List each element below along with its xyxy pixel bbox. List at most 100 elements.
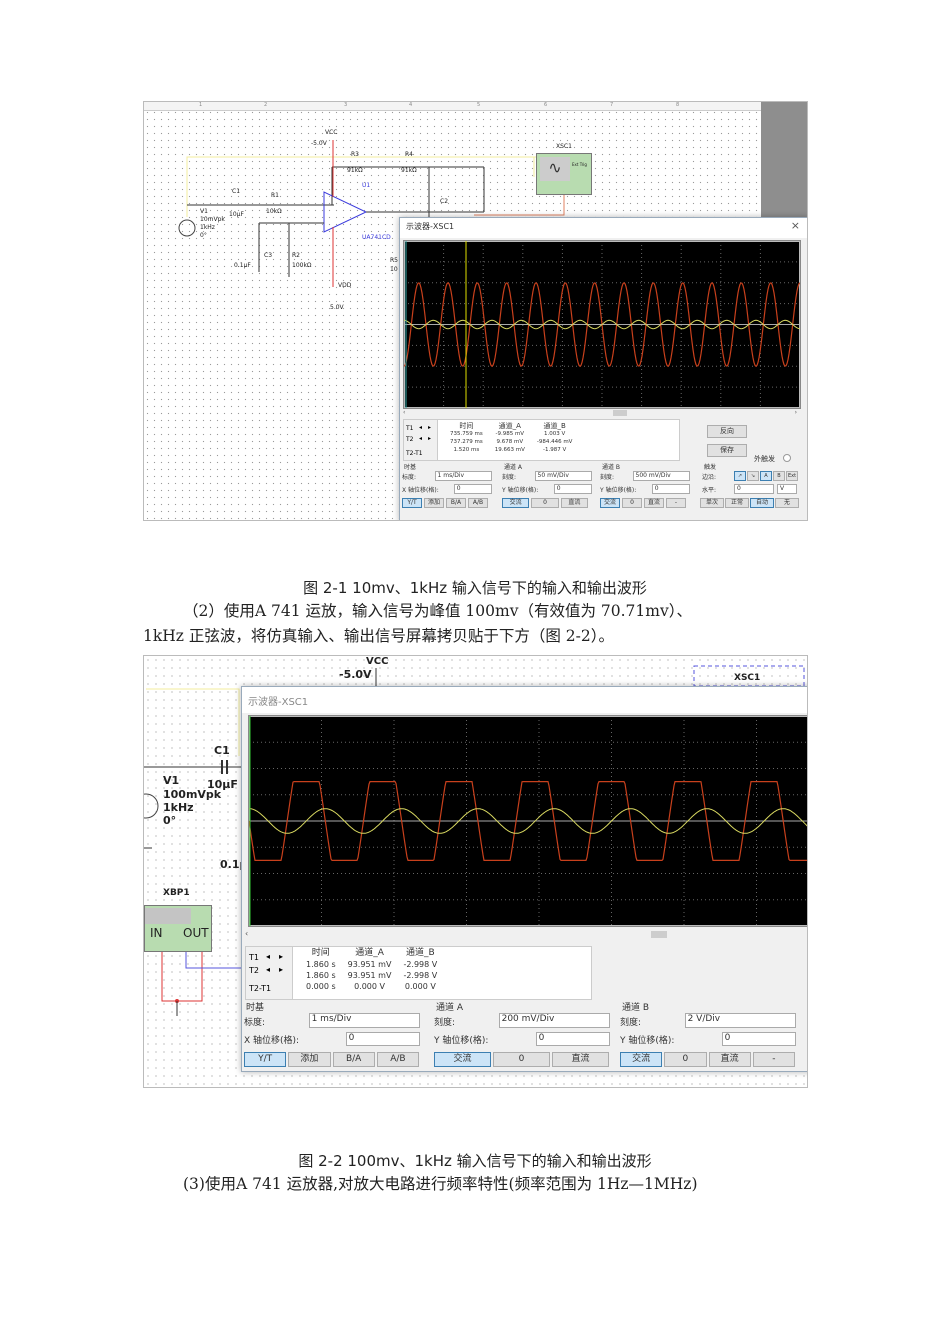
chB-position-input[interactable]: 0: [721, 1031, 796, 1047]
chA-button-1[interactable]: 0: [531, 498, 559, 508]
readout-table: 时间 通道_A 通道_B 1.860 s 93.951 mV -2.998 V 1.86…: [300, 948, 443, 992]
level-unit[interactable]: V: [777, 484, 797, 494]
save-button[interactable]: 保存: [707, 444, 747, 457]
v1-amplitude: 10mVpk: [200, 216, 225, 223]
document-page: 1 2 3 4 5 6 7 8 ∿ Ext Trig XSC1 VCC -5.0…: [0, 0, 950, 1344]
timebase-position-input[interactable]: 0: [453, 484, 493, 494]
vcc-value: -5.0V: [311, 140, 327, 147]
chB-scale-input[interactable]: 2 V/Div: [684, 1013, 796, 1028]
bode-plotter-icon: IN OUT: [144, 905, 212, 952]
ext-trigger-radio[interactable]: [783, 454, 791, 462]
chB-button-2[interactable]: 直流: [708, 1052, 751, 1067]
timebase-button-1[interactable]: 添加: [288, 1052, 331, 1067]
vcc-value: -5.0V: [339, 668, 372, 681]
chB-button-3[interactable]: -: [666, 498, 686, 508]
timebase-button-2[interactable]: B/A: [332, 1052, 375, 1067]
vdd-label: VDD: [338, 282, 352, 289]
t2-cha: 9.678 mV: [496, 439, 524, 445]
edge-button-3[interactable]: B: [773, 471, 785, 481]
v1-frequency: 1kHz: [163, 801, 194, 814]
horizontal-scrollbar[interactable]: ‹ ›: [403, 409, 799, 417]
chA-scale-label: 刻度:: [434, 1017, 456, 1028]
t2-cha: 93.951 mV: [347, 971, 392, 980]
chB-button-2[interactable]: 直流: [644, 498, 664, 508]
xsc-label: XSC1: [556, 143, 572, 150]
t2-right-arrow[interactable]: ▸: [279, 965, 283, 974]
t1-cha: -9.985 mV: [495, 431, 525, 437]
figure1-caption: 图 2-1 10mv、1kHz 输入信号下的输入和输出波形: [303, 579, 647, 597]
timebase-button-1[interactable]: 添加: [424, 498, 444, 508]
trigger-mode-0[interactable]: 单次: [700, 498, 724, 508]
timebase-scale-input[interactable]: 1 ms/Div: [308, 1013, 420, 1028]
chA-button-0[interactable]: 交流: [434, 1052, 491, 1067]
chB-button-0[interactable]: 交流: [600, 498, 620, 508]
figure2-screenshot: VCC -5.0V XSC1 C1 10µF V1 100mVpk 1kHz 0…: [143, 655, 808, 1088]
reverse-button[interactable]: 反向: [707, 425, 747, 438]
xbp-out-label: OUT: [183, 926, 209, 940]
c1-label: C1: [214, 744, 230, 757]
timebase-button-0[interactable]: Y/T: [402, 498, 422, 508]
edge-button-1[interactable]: ↘: [747, 471, 759, 481]
chA-position-input[interactable]: 0: [553, 484, 593, 494]
t2-left-arrow[interactable]: ◂: [419, 435, 422, 442]
r4-label: R4: [405, 151, 413, 158]
t2-right-arrow[interactable]: ▸: [428, 435, 431, 442]
edge-button-0[interactable]: ↗: [734, 471, 746, 481]
chA-button-2[interactable]: 直流: [560, 498, 588, 508]
trigger-mode-3[interactable]: 无: [775, 498, 799, 508]
timebase-position-input[interactable]: 0: [345, 1031, 420, 1047]
chA-position-label: Y 轴位移(格):: [434, 1036, 489, 1047]
chB-button-3[interactable]: -: [752, 1052, 795, 1067]
oscilloscope-window[interactable]: 示波器-XSC1 ‹ T1 T2 T2-T1 ◂ ▸ ◂ ▸ 时间 通道_A 通道_B …: [241, 686, 807, 1072]
t1-time: 1.860 s: [306, 960, 336, 969]
c3-label: C3: [264, 252, 273, 259]
timebase-scale-input[interactable]: 1 ms/Div: [434, 471, 493, 481]
horizontal-scrollbar[interactable]: ‹: [245, 929, 807, 939]
chB-button-0[interactable]: 交流: [620, 1052, 663, 1067]
timebase-position-label: X 轴位移(格):: [244, 1036, 300, 1047]
oscilloscope-window[interactable]: 示波器-XSC1 × ‹ › T1 T2 T2-T1 ◂ ▸ ◂ ▸ 时间 通道_A 通道…: [399, 217, 807, 520]
level-label: 水平:: [702, 487, 717, 494]
r2-label: R2: [292, 252, 300, 259]
t2-t1-label: T2-T1: [406, 450, 423, 457]
t1-right-arrow[interactable]: ▸: [428, 424, 431, 431]
t1-right-arrow[interactable]: ▸: [279, 952, 283, 961]
timebase-button-2[interactable]: B/A: [446, 498, 466, 508]
trigger-mode-2[interactable]: 自动: [750, 498, 774, 508]
paragraph-line: (3)使用A 741 运放器,对放大电路进行频率特性(频率范围为 1Hz—1MH…: [183, 1175, 698, 1193]
timebase-button-0[interactable]: Y/T: [244, 1052, 287, 1067]
dt-cha: 0.000 V: [354, 982, 385, 991]
t2-left-arrow[interactable]: ◂: [266, 965, 270, 974]
chA-button-2[interactable]: 直流: [552, 1052, 609, 1067]
t2-chb: -984.446 mV: [536, 439, 573, 445]
cursor-readout: T1 T2 T2-T1 ◂ ▸ ◂ ▸ 时间 通道_A 通道_B 735.759 ms -…: [403, 419, 680, 461]
chA-scale-input[interactable]: 200 mV/Div: [498, 1013, 610, 1028]
trigger-mode-1[interactable]: 正常: [725, 498, 749, 508]
chB-button-1[interactable]: 0: [664, 1052, 707, 1067]
header-chb: 通道_B: [406, 948, 435, 958]
chB-scale-input[interactable]: 500 mV/Div: [632, 471, 691, 481]
timebase-button-3[interactable]: A/B: [468, 498, 488, 508]
chB-position-input[interactable]: 0: [651, 484, 691, 494]
chA-button-1[interactable]: 0: [493, 1052, 550, 1067]
timebase-button-3[interactable]: A/B: [376, 1052, 419, 1067]
r5-value: 10: [390, 266, 398, 273]
t1-left-arrow[interactable]: ◂: [266, 952, 270, 961]
chA-button-0[interactable]: 交流: [502, 498, 530, 508]
chA-position-input[interactable]: 0: [535, 1031, 610, 1047]
close-icon[interactable]: ×: [791, 219, 800, 232]
c1-label: C1: [232, 188, 241, 195]
t1-label: T1: [406, 425, 414, 432]
cursor-readout: T1 T2 T2-T1 ◂ ▸ ◂ ▸ 时间 通道_A 通道_B 1.860 s 93.9…: [245, 946, 592, 1000]
r1-label: R1: [271, 192, 279, 199]
readout-table: 时间 通道_A 通道_B 735.759 ms -9.985 mV 1.003 V 73…: [444, 422, 578, 454]
chA-scale-input[interactable]: 50 mV/Div: [534, 471, 593, 481]
edge-button-2[interactable]: A: [760, 471, 772, 481]
chA-position-label: Y 轴位移(格):: [502, 487, 539, 494]
edge-button-4[interactable]: Ext: [786, 471, 798, 481]
level-input[interactable]: 0: [734, 484, 774, 494]
chB-button-1[interactable]: 0: [622, 498, 642, 508]
t1-left-arrow[interactable]: ◂: [419, 424, 422, 431]
vcc-label: VCC: [325, 129, 338, 136]
dt-time: 0.000 s: [306, 982, 336, 991]
